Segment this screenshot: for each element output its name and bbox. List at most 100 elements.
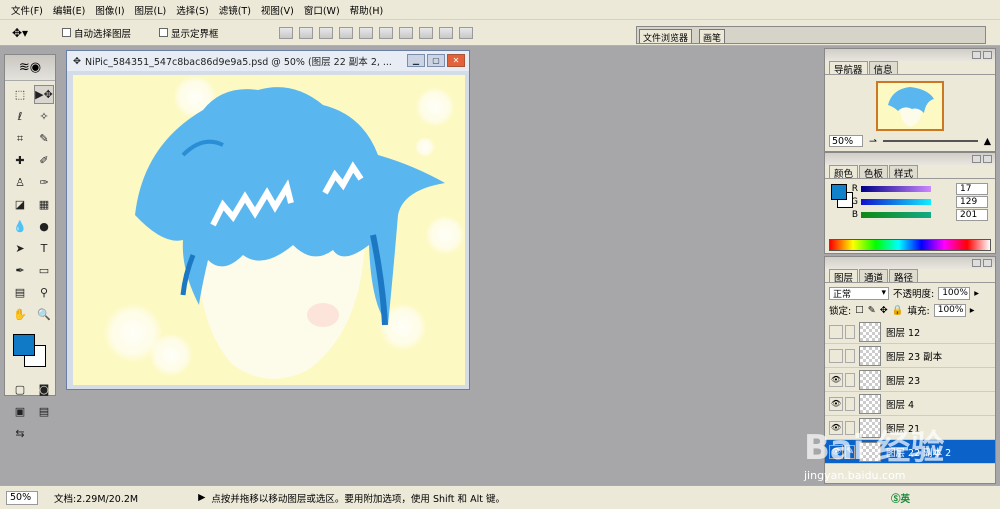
show-bounds-checkbox[interactable]: 显示定界框 xyxy=(159,26,219,40)
minimize-icon[interactable]: ▁ xyxy=(407,54,425,67)
align-top-icon[interactable] xyxy=(278,26,293,39)
tab-color[interactable]: 颜色 xyxy=(829,165,859,180)
menu-file[interactable]: 文件(F) xyxy=(6,3,48,17)
path-select-icon[interactable]: ➤ xyxy=(10,239,30,258)
tab-info[interactable]: 信息 xyxy=(868,61,898,76)
eye-icon[interactable]: 👁 xyxy=(829,372,843,387)
menu-window[interactable]: 窗口(W) xyxy=(299,3,345,17)
auto-select-checkbox[interactable]: 自动选择图层 xyxy=(62,26,131,40)
doc-size[interactable]: 文档:2.29M/20.2M xyxy=(54,491,138,505)
color-spectrum[interactable] xyxy=(829,239,991,251)
close-icon[interactable]: ✕ xyxy=(447,54,465,67)
notes-tool-icon[interactable]: ▤ xyxy=(10,283,30,302)
fill-arrow-icon[interactable]: ▸ xyxy=(970,305,975,316)
b-slider[interactable] xyxy=(861,211,931,218)
tab-channels[interactable]: 通道 xyxy=(859,269,889,284)
jump-to-imageready-icon[interactable]: ⇆ xyxy=(10,424,30,443)
r-value-field[interactable]: 17 xyxy=(956,182,988,195)
tab-brushes[interactable]: 画笔 xyxy=(699,29,726,44)
brush-tool-icon[interactable]: ✐ xyxy=(34,151,54,170)
visibility-toggle[interactable] xyxy=(829,348,843,363)
align-right-icon[interactable] xyxy=(378,26,393,39)
align-left-icon[interactable] xyxy=(338,26,353,39)
r-slider[interactable] xyxy=(861,185,931,192)
type-tool-icon[interactable]: T xyxy=(34,239,54,258)
foreground-color-swatch[interactable] xyxy=(13,334,35,356)
zoom-in-icon[interactable]: ▲ xyxy=(984,136,991,147)
crop-tool-icon[interactable]: ⌗ xyxy=(10,129,30,148)
g-slider[interactable] xyxy=(861,198,931,205)
visibility-toggle[interactable] xyxy=(829,324,843,339)
align-bottom-icon[interactable] xyxy=(318,26,333,39)
layer-row[interactable]: 👁 图层 4 xyxy=(825,392,995,416)
menu-help[interactable]: 帮助(H) xyxy=(345,3,389,17)
menu-edit[interactable]: 编辑(E) xyxy=(48,3,90,17)
lock-image-icon[interactable]: ✎ xyxy=(868,305,876,316)
marquee-tool-icon[interactable]: ⬚ xyxy=(10,85,30,104)
color-fg-swatch[interactable] xyxy=(831,184,847,200)
eyedropper-icon[interactable]: ⚲ xyxy=(34,283,54,302)
panel-minimize-icon[interactable] xyxy=(972,51,981,59)
tab-paths[interactable]: 路径 xyxy=(889,269,919,284)
link-toggle[interactable] xyxy=(845,396,855,411)
pen-tool-icon[interactable]: ✒ xyxy=(10,261,30,280)
hand-tool-icon[interactable]: ✋ xyxy=(10,305,30,324)
menu-select[interactable]: 选择(S) xyxy=(171,3,213,17)
align-vcenter-icon[interactable] xyxy=(298,26,313,39)
move-tool-icon[interactable]: ▶✥ xyxy=(34,85,54,104)
move-tool-preset-icon[interactable]: ✥▾ xyxy=(12,22,52,44)
link-toggle[interactable] xyxy=(845,324,855,339)
layer-row[interactable]: 👁 图层 23 xyxy=(825,368,995,392)
clone-stamp-icon[interactable]: ♙ xyxy=(10,173,30,192)
blend-mode-select[interactable]: 正常 ▾ xyxy=(829,286,889,300)
eraser-tool-icon[interactable]: ◪ xyxy=(10,195,30,214)
navigator-zoom-field[interactable]: 50% xyxy=(829,135,863,147)
distribute-4-icon[interactable] xyxy=(458,26,473,39)
canvas[interactable] xyxy=(73,75,465,385)
shape-tool-icon[interactable]: ▭ xyxy=(34,261,54,280)
menu-view[interactable]: 视图(V) xyxy=(256,3,299,17)
panel-close-icon[interactable] xyxy=(983,155,992,163)
fill-field[interactable]: 100% xyxy=(933,303,966,317)
distribute-3-icon[interactable] xyxy=(438,26,453,39)
layer-row[interactable]: 图层 23 副本 xyxy=(825,344,995,368)
ime-s-icon[interactable]: Ⓢ英 xyxy=(891,491,910,505)
standard-mode-icon[interactable]: ▢ xyxy=(10,380,30,399)
menu-image[interactable]: 图像(I) xyxy=(90,3,129,17)
lock-transparency-icon[interactable]: ☐ xyxy=(855,305,864,316)
status-zoom-field[interactable]: 50% xyxy=(6,490,38,505)
eye-icon[interactable]: 👁 xyxy=(829,396,843,411)
maximize-icon[interactable]: ▢ xyxy=(427,54,445,67)
panel-close-icon[interactable] xyxy=(983,259,992,267)
lock-all-icon[interactable]: 🔒 xyxy=(892,305,904,316)
tab-layers[interactable]: 图层 xyxy=(829,269,859,284)
lasso-tool-icon[interactable]: ℓ xyxy=(10,107,30,126)
link-toggle[interactable] xyxy=(845,372,855,387)
distribute-2-icon[interactable] xyxy=(418,26,433,39)
opacity-arrow-icon[interactable]: ▸ xyxy=(974,288,979,299)
history-brush-icon[interactable]: ✑ xyxy=(34,173,54,192)
zoom-tool-icon[interactable]: 🔍 xyxy=(34,305,54,324)
lock-position-icon[interactable]: ✥ xyxy=(880,305,888,316)
screen-mode-1-icon[interactable]: ▣ xyxy=(10,402,30,421)
dodge-tool-icon[interactable]: ● xyxy=(34,217,54,236)
tab-swatches[interactable]: 色板 xyxy=(859,165,889,180)
toolbox-logo-icon[interactable]: ≋◉ xyxy=(5,55,55,81)
menu-filter[interactable]: 滤镜(T) xyxy=(214,3,256,17)
distribute-icon[interactable] xyxy=(398,26,413,39)
g-value-field[interactable]: 129 xyxy=(956,195,988,208)
zoom-out-icon[interactable]: ⇀ xyxy=(869,136,877,147)
tab-navigator[interactable]: 导航器 xyxy=(829,61,868,76)
document-titlebar[interactable]: ✥ NiPic_584351_547c8bac86d9e9a5.psd @ 50… xyxy=(67,51,469,71)
panel-minimize-icon[interactable] xyxy=(972,155,981,163)
menu-layer[interactable]: 图层(L) xyxy=(130,3,172,17)
opacity-field[interactable]: 100% xyxy=(938,286,971,300)
navigator-thumbnail[interactable] xyxy=(876,81,944,131)
quick-mask-icon[interactable]: ◙ xyxy=(34,380,54,399)
panel-minimize-icon[interactable] xyxy=(972,259,981,267)
b-value-field[interactable]: 201 xyxy=(956,208,988,221)
tab-file-browser[interactable]: 文件浏览器 xyxy=(639,29,693,44)
gradient-tool-icon[interactable]: ▦ xyxy=(34,195,54,214)
healing-brush-icon[interactable]: ✚ xyxy=(10,151,30,170)
tab-styles[interactable]: 样式 xyxy=(889,165,919,180)
